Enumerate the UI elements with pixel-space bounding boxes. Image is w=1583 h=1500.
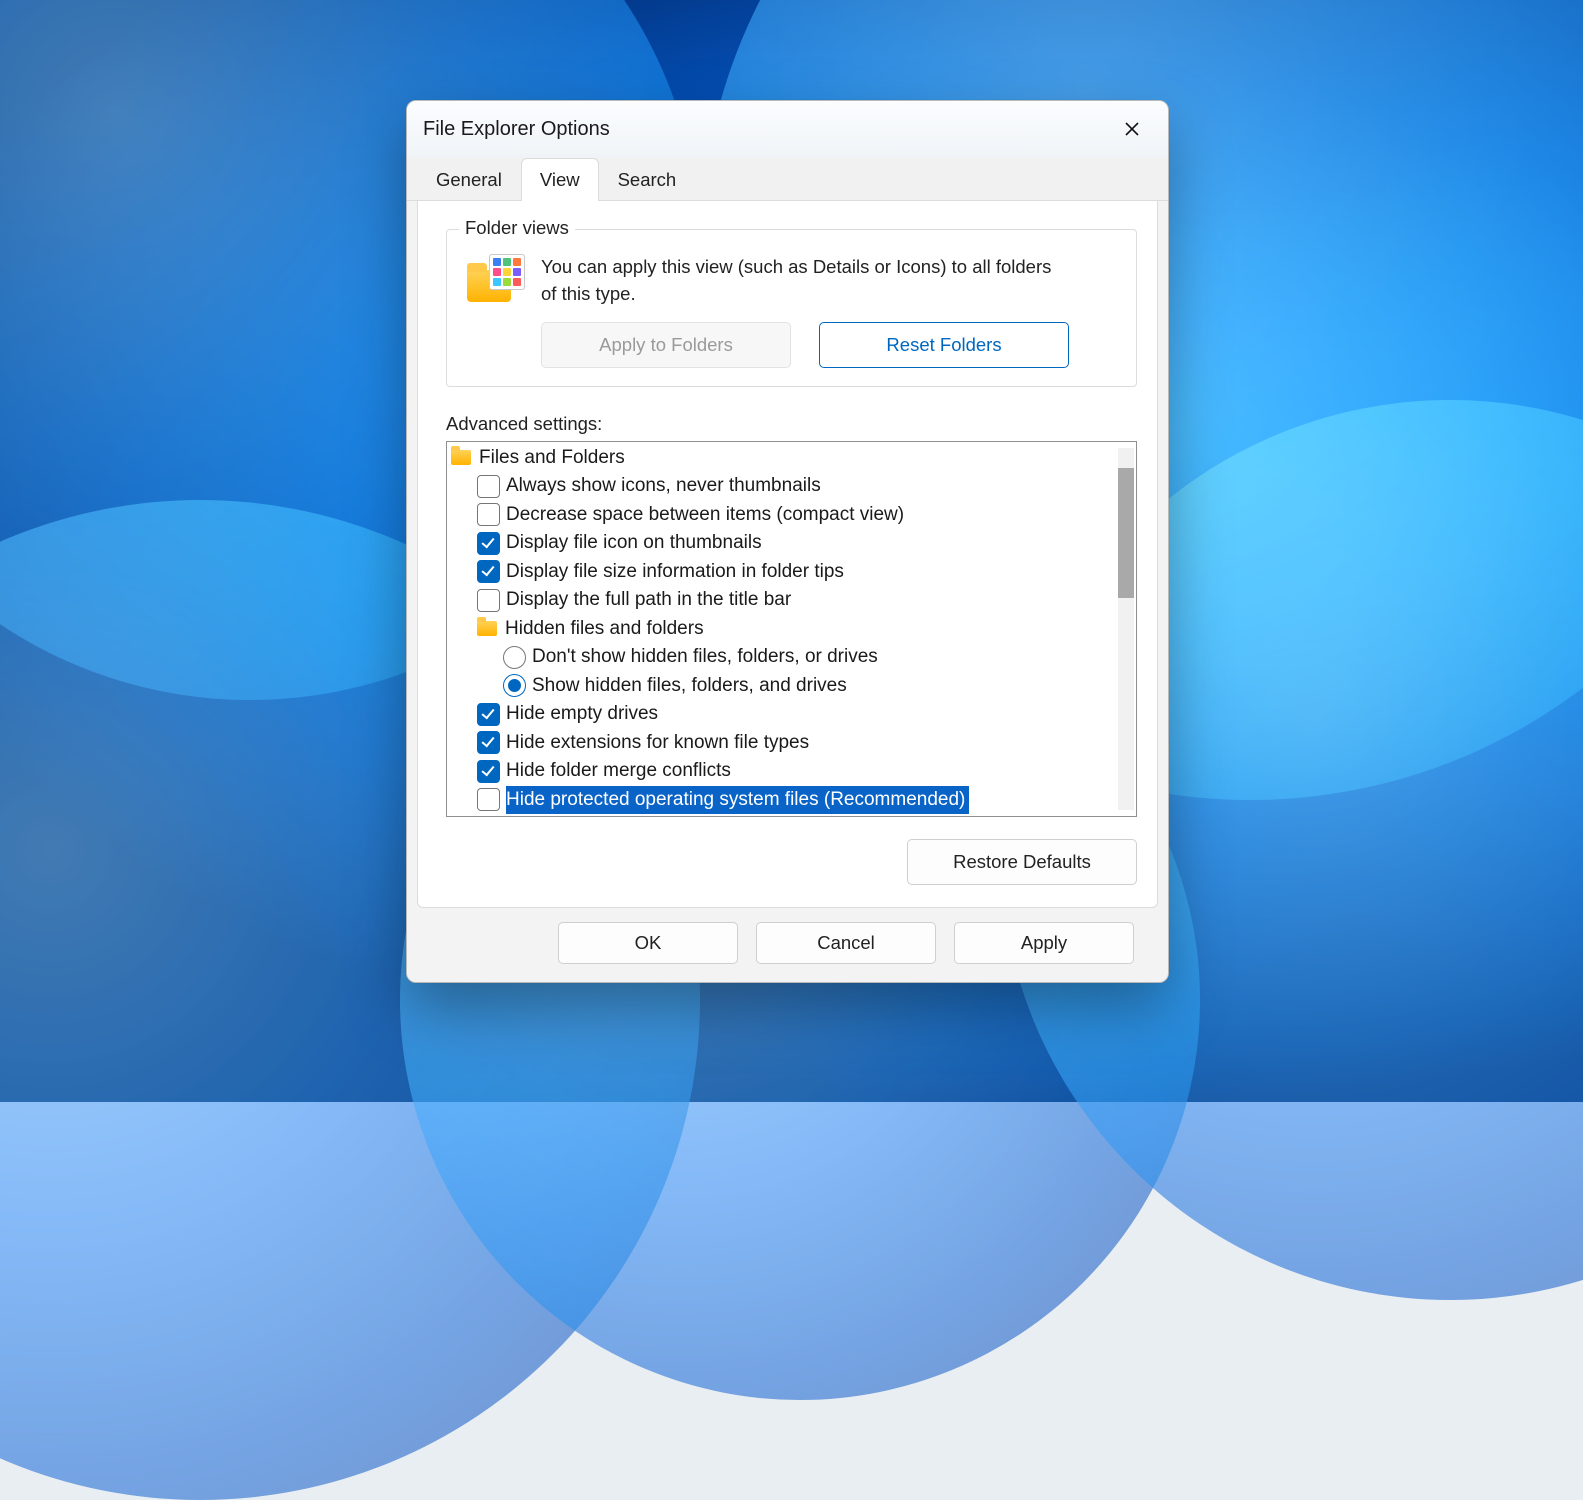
close-button[interactable] <box>1104 111 1160 147</box>
titlebar[interactable]: File Explorer Options <box>407 101 1168 157</box>
checkbox-icon[interactable] <box>477 760 500 783</box>
option-label: Decrease space between items (compact vi… <box>506 501 904 530</box>
restore-defaults-button[interactable]: Restore Defaults <box>907 839 1137 885</box>
apply-to-folders-button[interactable]: Apply to Folders <box>541 322 791 368</box>
option-label: Display file size information in folder … <box>506 558 844 587</box>
checkbox-icon[interactable] <box>477 532 500 555</box>
view-panel: Folder views You can apply this view (su… <box>417 201 1158 908</box>
option-hide-protected-os-files[interactable]: Hide protected operating system files (R… <box>451 786 1116 815</box>
dialog-footer: OK Cancel Apply <box>423 908 1152 964</box>
tab-strip: General View Search <box>407 157 1168 201</box>
apply-button[interactable]: Apply <box>954 922 1134 964</box>
option-label: Show hidden files, folders, and drives <box>532 672 847 701</box>
checkbox-icon[interactable] <box>477 788 500 811</box>
option-dont-show-hidden[interactable]: Don't show hidden files, folders, or dri… <box>451 643 1116 672</box>
window-title: File Explorer Options <box>423 118 610 141</box>
folder-views-icon <box>467 256 523 302</box>
option-hide-extensions[interactable]: Hide extensions for known file types <box>451 729 1116 758</box>
checkbox-icon[interactable] <box>477 503 500 526</box>
option-display-file-icon-on-thumbnails[interactable]: Display file icon on thumbnails <box>451 529 1116 558</box>
tab-search[interactable]: Search <box>599 158 696 201</box>
advanced-settings-tree[interactable]: Files and Folders Always show icons, nev… <box>446 441 1137 817</box>
option-label: Display the full path in the title bar <box>506 586 791 615</box>
file-explorer-options-dialog: File Explorer Options General View Searc… <box>406 100 1169 983</box>
option-label: Hide protected operating system files (R… <box>506 786 969 815</box>
tab-view[interactable]: View <box>521 158 599 201</box>
checkbox-icon[interactable] <box>477 589 500 612</box>
checkbox-icon[interactable] <box>477 731 500 754</box>
option-label: Display file icon on thumbnails <box>506 529 762 558</box>
option-label: Hide folder merge conflicts <box>506 757 731 786</box>
folder-views-group: Folder views You can apply this view (su… <box>446 229 1137 387</box>
option-label: Don't show hidden files, folders, or dri… <box>532 643 878 672</box>
option-hide-empty-drives[interactable]: Hide empty drives <box>451 700 1116 729</box>
option-label: Always show icons, never thumbnails <box>506 472 821 501</box>
cancel-button[interactable]: Cancel <box>756 922 936 964</box>
option-label: Hide empty drives <box>506 700 658 729</box>
checkbox-icon[interactable] <box>477 475 500 498</box>
folder-views-legend: Folder views <box>459 217 575 239</box>
checkbox-icon[interactable] <box>477 703 500 726</box>
tab-general[interactable]: General <box>417 158 521 201</box>
option-label: Hide extensions for known file types <box>506 729 809 758</box>
folder-views-description: You can apply this view (such as Details… <box>541 254 1061 308</box>
folder-icon <box>451 450 471 465</box>
folder-icon <box>477 621 497 636</box>
tree-group-label: Files and Folders <box>479 444 625 473</box>
scrollbar-thumb[interactable] <box>1118 468 1134 598</box>
checkbox-icon[interactable] <box>477 560 500 583</box>
option-always-show-icons[interactable]: Always show icons, never thumbnails <box>451 472 1116 501</box>
radio-icon[interactable] <box>503 674 526 697</box>
ok-button[interactable]: OK <box>558 922 738 964</box>
tree-group-hidden-files: Hidden files and folders <box>451 615 1116 644</box>
advanced-settings-label: Advanced settings: <box>446 413 1137 435</box>
radio-icon[interactable] <box>503 646 526 669</box>
option-show-hidden[interactable]: Show hidden files, folders, and drives <box>451 672 1116 701</box>
option-display-full-path-in-title-bar[interactable]: Display the full path in the title bar <box>451 586 1116 615</box>
option-display-file-size-in-folder-tips[interactable]: Display file size information in folder … <box>451 558 1116 587</box>
tree-group-files-and-folders: Files and Folders <box>451 444 1116 473</box>
option-hide-folder-merge-conflicts[interactable]: Hide folder merge conflicts <box>451 757 1116 786</box>
tree-group-label: Hidden files and folders <box>505 615 704 644</box>
reset-folders-button[interactable]: Reset Folders <box>819 322 1069 368</box>
option-compact-view[interactable]: Decrease space between items (compact vi… <box>451 501 1116 530</box>
scrollbar[interactable] <box>1118 448 1134 810</box>
close-icon <box>1124 121 1140 137</box>
